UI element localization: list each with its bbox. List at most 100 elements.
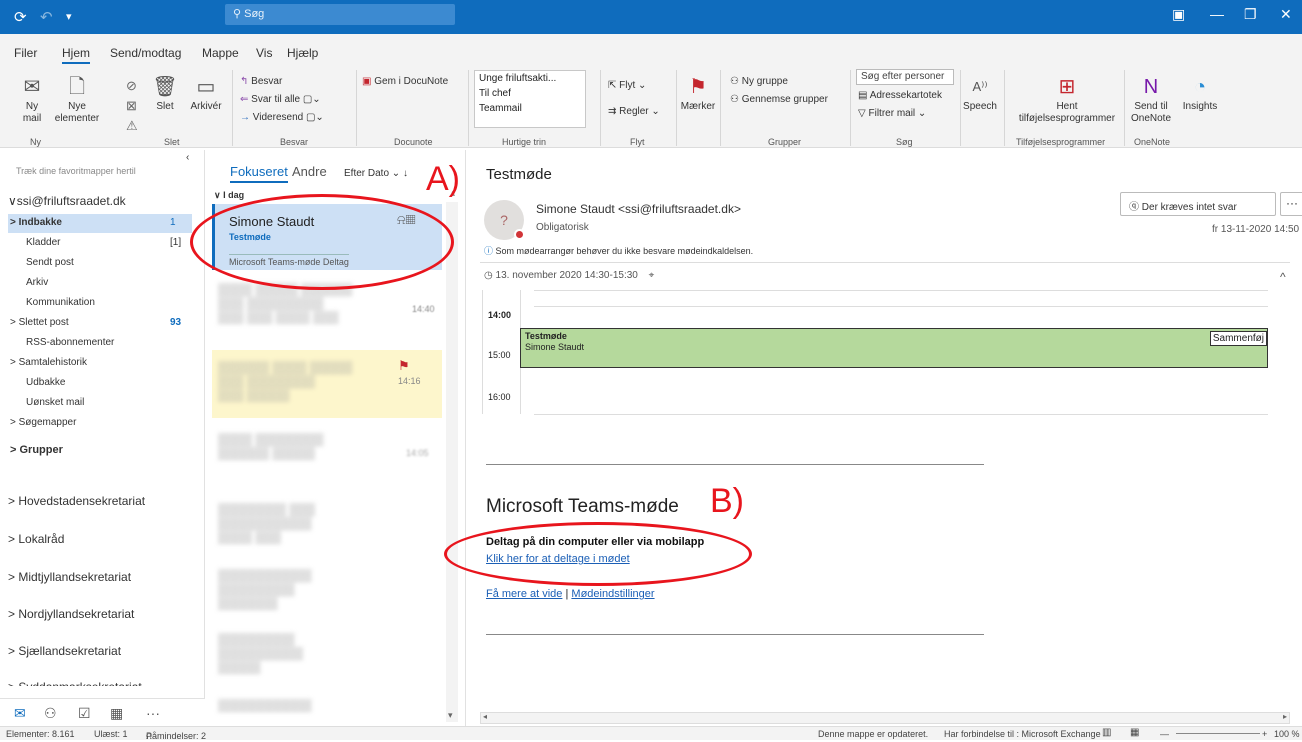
horizontal-scrollbar[interactable]: ◂ ▸ — [480, 712, 1290, 724]
send-onenote-button[interactable]: N Send til OneNote — [1128, 76, 1174, 125]
new-items-button[interactable]: 🗋 Nye elementer — [52, 76, 102, 125]
menu-send-receive[interactable]: Send/modtag — [110, 46, 181, 60]
menu-home[interactable]: Hjem — [62, 46, 91, 64]
learn-more-link[interactable]: Få mere at vide — [486, 588, 562, 600]
divider — [486, 464, 984, 465]
folder-outbox[interactable]: Udbakke — [26, 377, 65, 388]
flagged-message[interactable]: ▒▒▒▒▒▒ ▒▒▒▒ ▒▒▒▒▒ ▒▒▒ ▒▒▒▒▒▒▒▒ ▒▒▒ ▒▒▒▒▒ ⚑… — [212, 350, 442, 418]
tab-focused[interactable]: Fokuseret — [230, 164, 288, 183]
more-actions-button[interactable]: ··· — [1280, 192, 1302, 216]
new-mail-button[interactable]: ✉ Ny mail — [14, 76, 50, 125]
calendar-nav-icon[interactable]: ▦ — [110, 705, 123, 722]
scroll-down-icon[interactable]: ▾ — [448, 710, 453, 721]
undo-icon[interactable]: ↶ — [40, 8, 53, 26]
blurred-message[interactable]: ▒▒▒▒▒▒▒▒ ▒▒▒ ▒▒▒▒▒▒▒▒▒▒▒ ▒▒▒▒ ▒▒▒ — [218, 502, 440, 562]
zoom-out-icon[interactable]: — — [1160, 729, 1169, 739]
blurred-message[interactable]: ▒▒▒▒ ▒▒▒▒▒ ▒▒▒▒▒▒ ▒▒▒ ▒▒▒▒▒▒▒▒▒ ▒▒▒ ▒▒▒ ▒▒… — [218, 282, 440, 342]
forward-button[interactable]: → Videresend ▢⌄ — [240, 112, 324, 123]
docunote-button[interactable]: ▣ Gem i DocuNote — [362, 76, 448, 87]
archive-label: Arkivér — [190, 101, 222, 112]
collapse-pane-icon[interactable]: ‹ — [186, 152, 189, 163]
blurred-message[interactable]: ▒▒▒▒▒▒▒▒▒▒▒ — [218, 698, 440, 722]
mail-from[interactable]: Simone Staudt <ssi@friluftsraadet.dk> — [536, 202, 741, 216]
get-addins-button[interactable]: ⊞ Hent tilføjelsesprogrammer — [1012, 76, 1122, 125]
minimize-button[interactable]: — — [1210, 6, 1224, 22]
folder-communication[interactable]: Kommunikation — [26, 297, 95, 308]
scroll-left-icon[interactable]: ◂ — [483, 712, 487, 721]
search-people-input[interactable]: Søg efter personer — [856, 69, 954, 85]
quick-step-2[interactable]: Til chef — [475, 86, 585, 101]
folder-deleted[interactable]: > Slettet post — [10, 317, 69, 328]
reply-label: Besvar — [251, 76, 283, 87]
restore-button[interactable]: ❐ — [1244, 6, 1257, 23]
tab-other[interactable]: Andre — [292, 164, 327, 179]
event-block[interactable]: Testmøde Simone Staudt Sammenføj — [520, 328, 1268, 368]
more-nav-icon[interactable]: ··· — [146, 705, 160, 721]
flag-icon[interactable]: ⚑ — [398, 358, 410, 374]
mailbox-nordjylland[interactable]: > Nordjyllandsekretariat — [8, 607, 134, 621]
mailbox-sjaelland[interactable]: > Sjællandsekretariat — [8, 644, 121, 658]
reply-button[interactable]: ↰ Besvar — [240, 76, 282, 87]
customize-icon[interactable]: ▾ — [66, 10, 72, 23]
folder-inbox[interactable]: > Indbakke — [10, 217, 62, 228]
tags-button[interactable]: ⚑ Mærker — [680, 76, 716, 113]
meeting-settings-link[interactable]: Mødeindstillinger — [571, 588, 654, 600]
blurred-message[interactable]: ▒▒▒▒▒▒▒▒▒▒▒ ▒▒▒▒▒▒▒▒▒ ▒▒▒▒▒▒▒ — [218, 568, 440, 628]
close-button[interactable]: ✕ — [1280, 6, 1292, 23]
trash-icon: 🗑 — [152, 76, 178, 98]
list-scrollbar[interactable] — [446, 202, 458, 722]
filter-mail-label: Filtrer mail — [868, 108, 916, 119]
quick-steps-box[interactable]: Unge friluftsakti... Til chef Teammail — [474, 70, 586, 128]
insights-button[interactable]: ◔ Insights — [1180, 76, 1220, 113]
quick-step-3[interactable]: Teammail — [475, 101, 585, 116]
group-label: Grupper — [768, 137, 802, 147]
folder-conversation-history[interactable]: > Samtalehistorik — [10, 357, 87, 368]
mailbox-hovedstaden[interactable]: > Hovedstadensekretariat — [8, 494, 145, 508]
menu-view[interactable]: Vis — [256, 46, 272, 60]
zoom-in-icon[interactable]: + — [1262, 729, 1267, 739]
address-book-button[interactable]: ▤ Adressekartotek — [858, 90, 942, 101]
mailbox-lokalraad[interactable]: > Lokalråd — [8, 532, 64, 546]
layout-icon[interactable]: ▣ — [1172, 6, 1185, 23]
mailbox-syddanmark[interactable]: > Syddanmarksekretariat — [8, 680, 142, 686]
junk-icon[interactable]: ⚠ — [126, 118, 138, 134]
folder-junk[interactable]: Uønsket mail — [26, 397, 84, 408]
sync-icon[interactable]: ⟳ — [14, 8, 27, 26]
speech-button[interactable]: A⁾⁾ Speech — [962, 76, 998, 113]
search-box[interactable]: ⚲ Søg — [225, 4, 455, 25]
menu-help[interactable]: Hjælp — [287, 46, 318, 60]
tasks-nav-icon[interactable]: ☑ — [78, 705, 91, 722]
account-name[interactable]: ∨ssi@friluftsraadet.dk — [8, 194, 126, 208]
sort-dropdown[interactable]: Efter Dato ⌄ ↓ — [344, 168, 408, 179]
folder-groups[interactable]: > Grupper — [10, 444, 63, 456]
reply-all-button[interactable]: ⇐ Svar til alle ▢⌄ — [240, 94, 321, 105]
folder-archive[interactable]: Arkiv — [26, 277, 48, 288]
folder-sent[interactable]: Sendt post — [26, 257, 74, 268]
ignore-icon[interactable]: ⊘ — [126, 78, 137, 94]
cleanup-icon[interactable]: ⊠ — [126, 98, 137, 114]
reading-view-icon[interactable]: ▦ — [1130, 727, 1139, 738]
browse-groups-button[interactable]: ⚇ Gennemse grupper — [730, 94, 828, 105]
filter-mail-button[interactable]: ▽ Filtrer mail ⌄ — [858, 108, 926, 119]
archive-button[interactable]: ▭ Arkivér — [186, 76, 226, 113]
mail-nav-icon[interactable]: ✉ — [14, 705, 26, 722]
zoom-slider[interactable] — [1176, 733, 1260, 734]
blurred-message[interactable]: ▒▒▒▒▒▒▒▒▒ ▒▒▒▒▒▒▒▒▒▒ ▒▒▒▒▒ — [218, 632, 440, 692]
group-header-today[interactable]: ∨ I dag — [214, 190, 244, 201]
folder-drafts[interactable]: Kladder — [26, 237, 60, 248]
people-nav-icon[interactable]: ⚇ — [44, 705, 57, 722]
menu-folder[interactable]: Mappe — [202, 46, 239, 60]
scroll-right-icon[interactable]: ▸ — [1283, 712, 1287, 721]
mailbox-midtjylland[interactable]: > Midtjyllandsekretariat — [8, 570, 131, 584]
normal-view-icon[interactable]: ▥ — [1102, 727, 1111, 738]
rules-button[interactable]: ⇉ Regler ⌄ — [608, 106, 660, 117]
collapse-icon[interactable]: ^ — [1280, 270, 1286, 284]
delete-button[interactable]: 🗑 Slet — [150, 76, 180, 113]
folder-search[interactable]: > Søgemapper — [10, 417, 76, 428]
quick-step-1[interactable]: Unge friluftsakti... — [475, 71, 585, 86]
new-group-button[interactable]: ⚇ Ny gruppe — [730, 76, 788, 87]
folder-rss[interactable]: RSS-abonnementer — [26, 337, 114, 348]
no-reply-button[interactable]: ⓠ Der kræves intet svar — [1120, 192, 1276, 216]
move-button[interactable]: ⇱ Flyt ⌄ — [608, 80, 646, 91]
menu-file[interactable]: Filer — [14, 46, 37, 60]
